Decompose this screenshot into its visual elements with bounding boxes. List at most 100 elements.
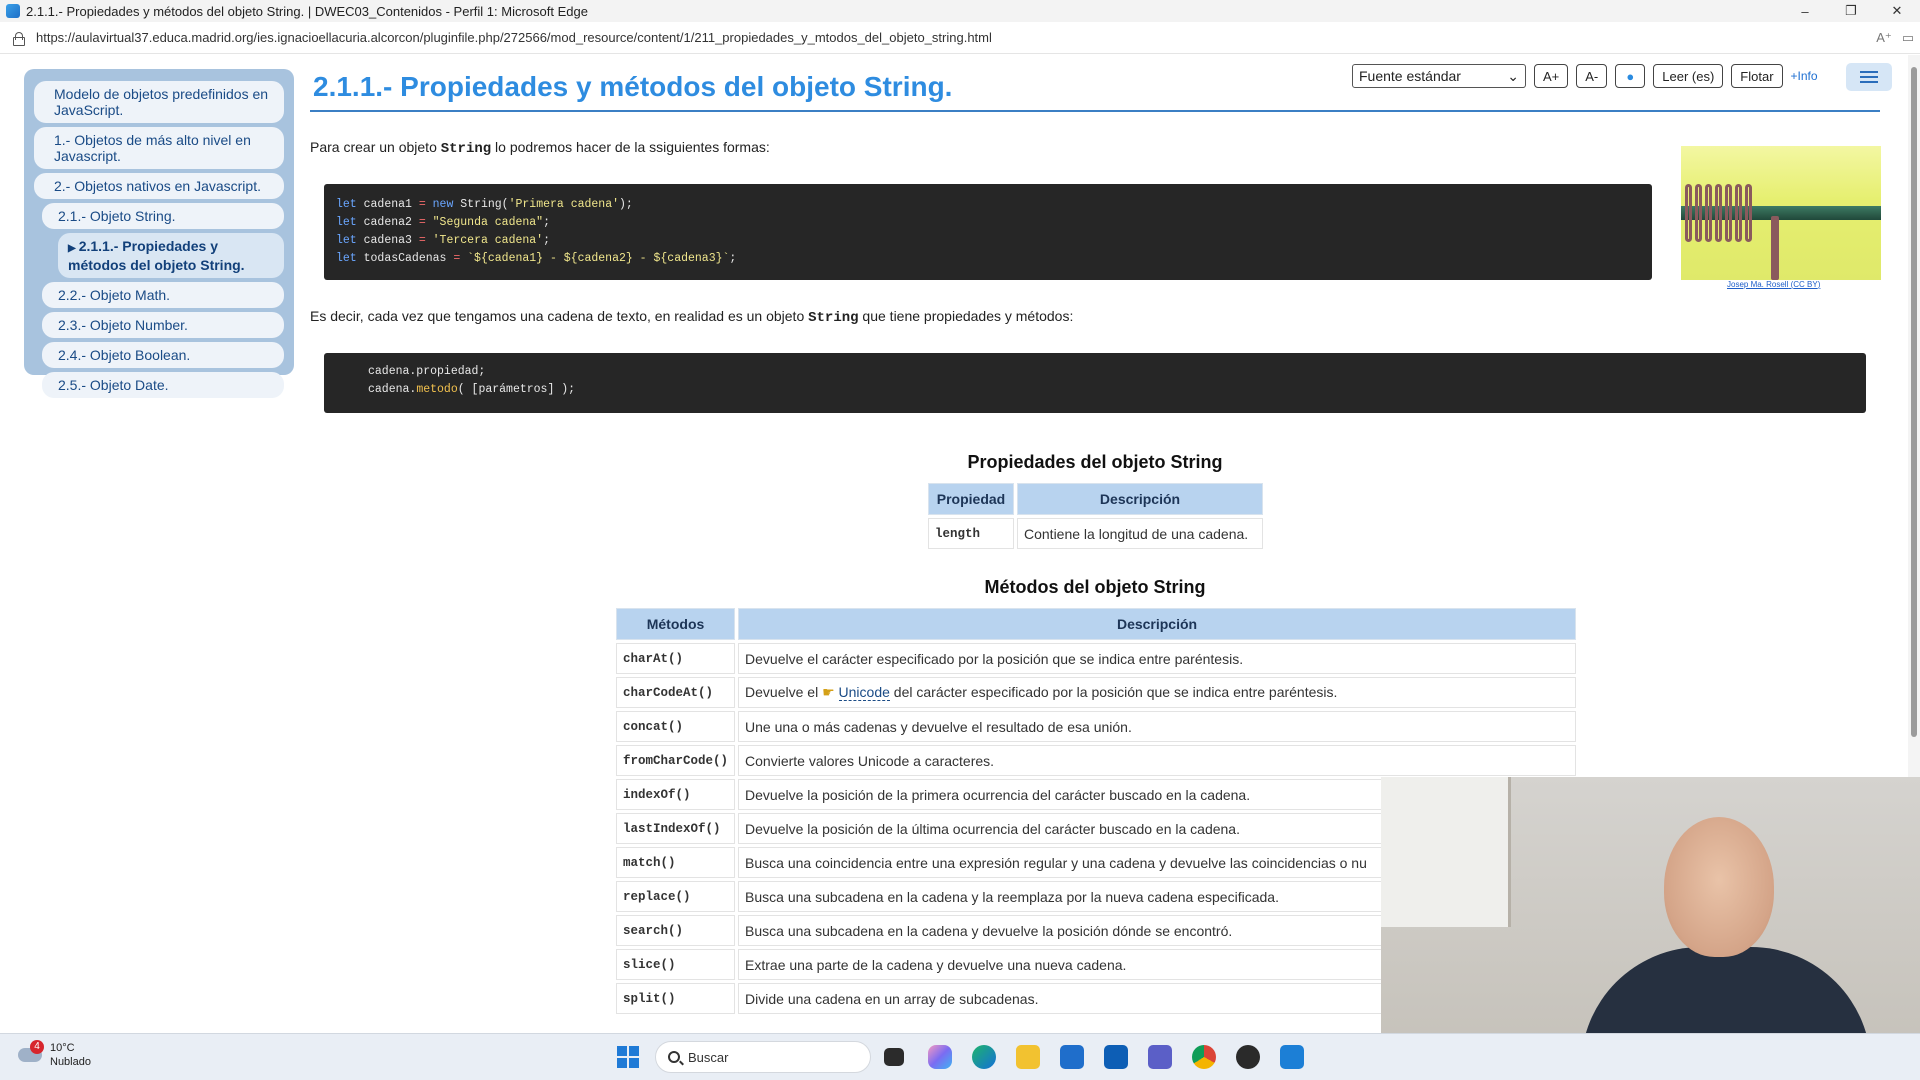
intro-text: Para crear un objeto	[310, 139, 441, 155]
method-name: match()	[616, 847, 736, 878]
restore-button[interactable]: ❐	[1828, 0, 1874, 22]
sidebar-item-objeto-math[interactable]: 2.2.- Objeto Math.	[42, 282, 284, 308]
method-name: slice()	[616, 949, 736, 980]
properties-table: Propiedad Descripción length Contiene la …	[925, 480, 1266, 552]
window-title: 2.1.1.- Propiedades y métodos del objeto…	[26, 3, 588, 19]
method-description: Une una o más cadenas y devuelve el resu…	[738, 711, 1577, 742]
credit-author: Josep Ma. Rosell	[1727, 280, 1789, 289]
store-icon[interactable]	[1060, 1045, 1084, 1069]
sidebar-item-objeto-number[interactable]: 2.3.- Objeto Number.	[42, 312, 284, 338]
table-row: length Contiene la longitud de una cadena…	[928, 518, 1263, 549]
float-button[interactable]: Flotar	[1731, 64, 1783, 88]
lock-icon[interactable]	[12, 31, 25, 46]
outlook-icon[interactable]	[1104, 1045, 1128, 1069]
edge-icon	[6, 4, 20, 18]
read-aloud-icon[interactable]: A⁺	[1872, 30, 1896, 46]
method-description: Devuelve el ☛ Unicode del carácter espec…	[738, 677, 1577, 708]
teams-icon[interactable]	[1148, 1045, 1172, 1069]
method-name: lastIndexOf()	[616, 813, 736, 844]
column-header: Métodos	[616, 608, 736, 640]
title-divider	[310, 110, 1880, 112]
font-select[interactable]: Fuente estándar ⌄	[1352, 64, 1526, 88]
intro-text-end: lo podremos hacer de la ssiguientes form…	[491, 139, 770, 155]
obs-icon[interactable]	[1236, 1045, 1260, 1069]
method-description: Devuelve el carácter especificado por la…	[738, 643, 1577, 674]
property-description: Contiene la longitud de una cadena.	[1017, 518, 1263, 549]
scrollbar-thumb[interactable]	[1911, 67, 1917, 737]
sidebar-item-propiedades-metodos[interactable]: ▶ 2.1.1.- Propiedades y métodos del objet…	[58, 233, 284, 278]
property-name: length	[928, 518, 1014, 549]
reader-view-icon[interactable]: ▭	[1896, 30, 1920, 46]
chrome-icon[interactable]	[1192, 1045, 1216, 1069]
code-lines: let cadena1 = new String('Primera cadena…	[336, 196, 1640, 268]
page-title: 2.1.1.- Propiedades y métodos del objeto…	[313, 71, 953, 102]
column-header: Descripción	[738, 608, 1577, 640]
column-header: Propiedad	[928, 483, 1014, 515]
sidebar-item-objetos-nativos[interactable]: 2.- Objetos nativos en Javascript.	[34, 173, 284, 199]
methods-title: Métodos del objeto String	[984, 577, 1206, 597]
file-explorer-icon[interactable]	[1016, 1045, 1040, 1069]
taskbar: 4 10°C Nublado Buscar	[0, 1033, 1920, 1080]
credit-license: CC BY	[1793, 280, 1818, 289]
caret-right-icon: ▶	[68, 243, 76, 254]
pointer-hand-icon: ☛	[822, 684, 839, 700]
code-line: let cadena2 = "Segunda cadena";	[336, 216, 550, 229]
edge-taskbar-icon[interactable]	[972, 1045, 996, 1069]
vscode-icon[interactable]	[1280, 1045, 1304, 1069]
sidebar-item-objeto-boolean[interactable]: 2.4.- Objeto Boolean.	[42, 342, 284, 368]
sidebar-nav: Modelo de objetos predefinidos en JavaSc…	[24, 69, 294, 398]
intro-paragraph: Para crear un objeto String lo podremos …	[310, 139, 770, 157]
method-name: replace()	[616, 881, 736, 912]
method-name: charAt()	[616, 643, 736, 674]
windows-start-icon[interactable]	[617, 1046, 639, 1068]
address-bar[interactable]: https://aulavirtual37.educa.madrid.org/i…	[0, 22, 1920, 54]
weather-temp: 10°C	[50, 1042, 75, 1054]
code-block-syntax: cadena.propiedad; cadena.metodo( [paráme…	[324, 353, 1866, 413]
task-view-icon[interactable]	[884, 1048, 904, 1066]
sidebar-item-objeto-string[interactable]: 2.1.- Objeto String.	[42, 203, 284, 229]
table-row: charAt() Devuelve el carácter especificad…	[616, 643, 1577, 674]
unicode-glossary-link[interactable]: Unicode	[838, 684, 890, 701]
sidebar-item-objetos-alto-nivel[interactable]: 1.- Objetos de más alto nivel en Javascr…	[34, 127, 284, 169]
menu-icon[interactable]	[1846, 63, 1892, 91]
window-titlebar: 2.1.1.- Propiedades y métodos del objeto…	[0, 0, 1920, 22]
method-description: Convierte valores Unicode a caracteres.	[738, 745, 1577, 776]
close-button[interactable]: ✕	[1874, 0, 1920, 22]
font-decrease-button[interactable]: A-	[1576, 64, 1608, 88]
weather-widget[interactable]: 4 10°C Nublado	[18, 1040, 91, 1069]
method-name: concat()	[616, 711, 736, 742]
notification-badge: 4	[30, 1040, 44, 1054]
method-name: split()	[616, 983, 736, 1014]
font-select-value: Fuente estándar	[1359, 68, 1461, 84]
sidebar-item-objeto-date[interactable]: 2.5.- Objeto Date.	[42, 372, 284, 398]
table-row: charCodeAt() Devuelve el ☛ Unicode del ca…	[616, 677, 1577, 708]
cloud-icon: 4	[18, 1040, 44, 1062]
chevron-down-icon: ⌄	[1507, 67, 1519, 84]
taskbar-search[interactable]: Buscar	[655, 1041, 871, 1073]
paragraph-string-object: Es decir, cada vez que tengamos una cade…	[310, 308, 1073, 326]
code-line: cadena.propiedad;	[368, 365, 486, 378]
method-name: search()	[616, 915, 736, 946]
para2-code: String	[808, 310, 859, 326]
url-field[interactable]: https://aulavirtual37.educa.madrid.org/i…	[36, 30, 1872, 45]
copilot-icon[interactable]	[928, 1045, 952, 1069]
font-increase-button[interactable]: A+	[1534, 64, 1569, 88]
method-name: fromCharCode()	[616, 745, 736, 776]
read-aloud-button[interactable]: Leer (es)	[1653, 64, 1724, 88]
sidebar-item-label: 2.1.1.- Propiedades y métodos del objeto…	[68, 238, 245, 273]
search-placeholder: Buscar	[688, 1049, 729, 1065]
globe-icon[interactable]: ●	[1615, 64, 1646, 88]
para2-text-end: que tiene propiedades y métodos:	[858, 308, 1074, 324]
table-row: fromCharCode() Convierte valores Unicode …	[616, 745, 1577, 776]
info-link[interactable]: +Info	[1791, 69, 1818, 83]
search-icon	[668, 1051, 680, 1063]
spring-photo	[1681, 146, 1881, 280]
code-line: let todasCadenas = `${cadena1} - ${caden…	[336, 252, 737, 265]
weather-condition: Nublado	[50, 1056, 91, 1068]
code-line: let cadena3 = 'Tercera cadena';	[336, 234, 550, 247]
para2-text: Es decir, cada vez que tengamos una cade…	[310, 308, 809, 324]
minimize-button[interactable]: –	[1782, 0, 1828, 22]
sidebar-item-modelo[interactable]: Modelo de objetos predefinidos en JavaSc…	[34, 81, 284, 123]
table-row: concat() Une una o más cadenas y devuelve…	[616, 711, 1577, 742]
photo-credit[interactable]: Josep Ma. Rosell (CC BY)	[1727, 280, 1820, 289]
